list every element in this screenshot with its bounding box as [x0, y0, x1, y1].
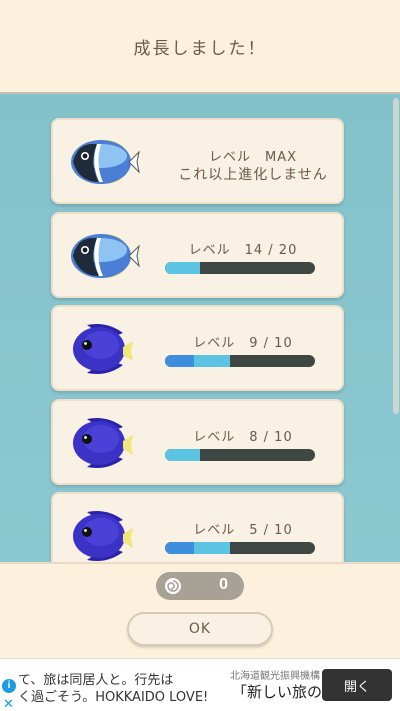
purple-tang-icon — [67, 321, 141, 377]
fish-card: レベル 14 / 20 — [51, 212, 344, 298]
scrollbar[interactable] — [393, 98, 399, 414]
fish-list[interactable]: レベル MAX これ以上進化しません レベル 14 / 20 レベル 9 / 1… — [0, 92, 400, 562]
fish-card: レベル MAX これ以上進化しません — [51, 118, 344, 204]
max-level-message: これ以上進化しません — [178, 167, 328, 183]
level-progress-bar — [165, 542, 315, 554]
fish-card: レベル 9 / 10 — [51, 305, 344, 391]
purple-tang-icon — [67, 508, 141, 562]
page-title: 成長しました！ — [133, 38, 267, 59]
level-label: レベル 14 / 20 — [188, 243, 298, 258]
level-progress-bar — [165, 355, 315, 367]
fish-card: レベル 5 / 10 — [51, 492, 344, 562]
close-icon[interactable]: ✕ — [3, 696, 14, 711]
powder-blue-tang-icon — [67, 134, 141, 190]
ad-banner[interactable]: i ✕ て、旅は同居人と。行先は く過ごそう。HOKKAIDO LOVE! 北海… — [0, 658, 400, 711]
level-progress-fill — [165, 542, 230, 554]
shell-icon — [162, 576, 184, 596]
shell-counter: 0 — [156, 572, 244, 600]
ad-sponsor: 北海道観光振興機構 — [230, 671, 320, 682]
level-progress-fill — [165, 355, 230, 367]
level-progress-bar — [165, 449, 315, 461]
powder-blue-tang-icon — [67, 228, 141, 284]
purple-tang-icon — [67, 415, 141, 471]
level-progress-fill — [165, 449, 200, 461]
footer: 0 OK — [0, 562, 400, 658]
level-progress-bar — [165, 262, 315, 274]
ad-headline: 「新しい旅の — [232, 683, 323, 701]
level-progress-fill — [165, 262, 200, 274]
level-label: レベル MAX — [208, 150, 297, 165]
level-label: レベル 5 / 10 — [193, 523, 293, 538]
ad-open-button[interactable]: 開く — [322, 669, 392, 701]
fish-card: レベル 8 / 10 — [51, 399, 344, 485]
shell-count: 0 — [219, 576, 228, 593]
level-label: レベル 9 / 10 — [193, 336, 293, 351]
ad-text-line2: く過ごそう。HOKKAIDO LOVE! — [18, 690, 209, 705]
info-icon[interactable]: i — [2, 679, 16, 693]
level-label: レベル 8 / 10 — [193, 430, 293, 445]
ok-button[interactable]: OK — [127, 612, 273, 646]
header: 成長しました！ — [0, 0, 400, 92]
